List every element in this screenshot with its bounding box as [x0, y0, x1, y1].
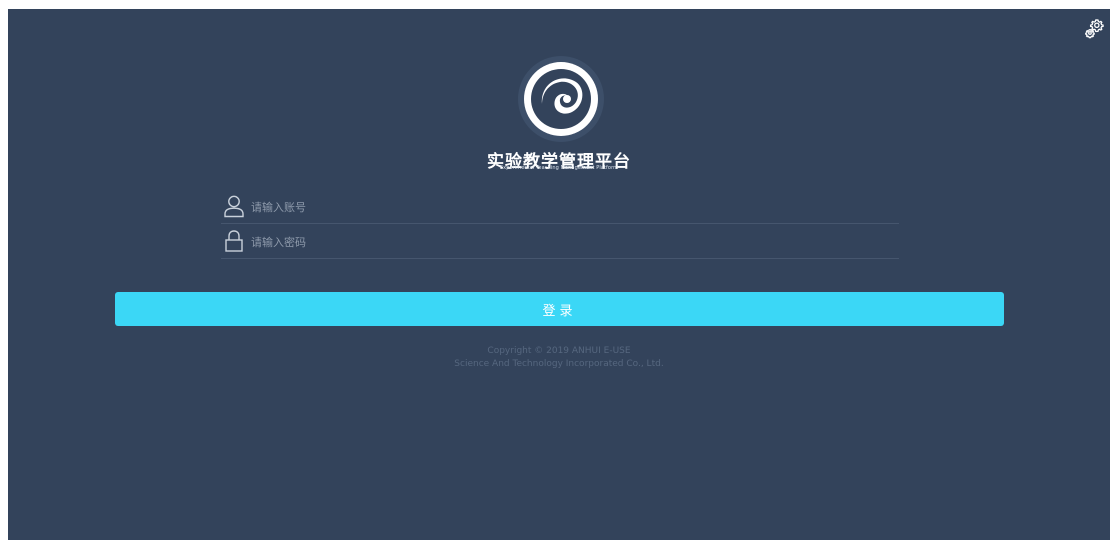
user-icon [223, 194, 245, 218]
lock-icon [223, 229, 245, 253]
platform-logo [516, 54, 606, 144]
login-screen: 实验教学管理平台 Experimental Teaching Managemen… [8, 9, 1110, 540]
gear-icon[interactable] [1084, 17, 1106, 39]
platform-subtitle: Experimental Teaching Management Platfor… [499, 165, 619, 171]
copyright: Copyright © 2019 ANHUI E-USE Science And… [8, 345, 1110, 371]
password-field [221, 225, 899, 259]
account-input[interactable] [251, 196, 851, 218]
copyright-line-1: Copyright © 2019 ANHUI E-USE [487, 346, 631, 356]
copyright-line-2: Science And Technology Incorporated Co.,… [454, 359, 664, 369]
account-field [221, 190, 899, 224]
password-input[interactable] [251, 231, 851, 253]
login-button[interactable]: 登录 [115, 292, 1004, 326]
